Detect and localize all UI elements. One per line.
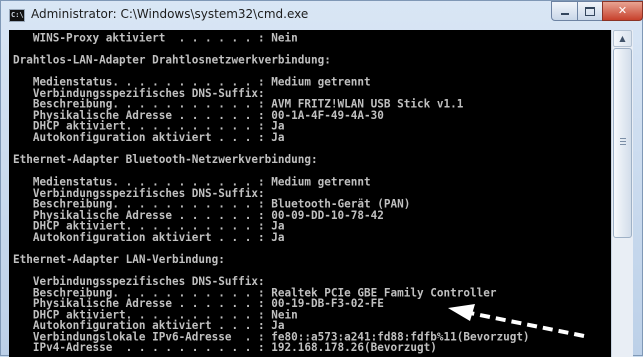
vertical-scrollbar[interactable]: ▲ — [611, 30, 633, 357]
close-button[interactable]: ✕ — [602, 1, 643, 21]
minimize-icon — [560, 13, 569, 15]
console-line: Ethernet-Adapter LAN-Verbindung: — [13, 252, 225, 267]
cmd-window: C:\ Administrator: C:\Windows\system32\c… — [0, 0, 643, 357]
maximize-icon — [585, 6, 595, 16]
console-line: WINS-Proxy aktiviert . . . . . . : Nein — [13, 30, 298, 45]
cmd-icon[interactable]: C:\ — [9, 9, 25, 22]
scroll-thumb[interactable] — [613, 48, 632, 238]
minimize-button[interactable] — [551, 1, 578, 21]
thumb-grip-line — [620, 144, 626, 145]
window-title: Administrator: C:\Windows\system32\cmd.e… — [31, 7, 309, 21]
console-line: Autokonfiguration aktiviert . . . : Ja — [13, 230, 285, 244]
maximize-button[interactable] — [577, 1, 603, 21]
console-line: Drahtlos-LAN-Adapter Drahtlosnetzwerkver… — [13, 53, 331, 67]
dashed-arrow-icon — [448, 304, 585, 338]
thumb-grip-line — [620, 141, 626, 142]
title-bar[interactable]: C:\ Administrator: C:\Windows\system32\c… — [1, 1, 643, 30]
console-line: Autokonfiguration aktiviert . . . : Ja — [13, 130, 285, 145]
console-line: Ethernet-Adapter Bluetooth-Netzwerkverbi… — [13, 152, 318, 167]
scroll-up-button[interactable]: ▲ — [613, 30, 632, 47]
scroll-up-arrow-icon: ▲ — [619, 34, 626, 43]
thumb-grip-line — [620, 138, 626, 139]
console-line: IPv4-Adresse . . . . . . . . . . : 192.1… — [13, 340, 437, 355]
close-icon: ✕ — [617, 4, 628, 17]
